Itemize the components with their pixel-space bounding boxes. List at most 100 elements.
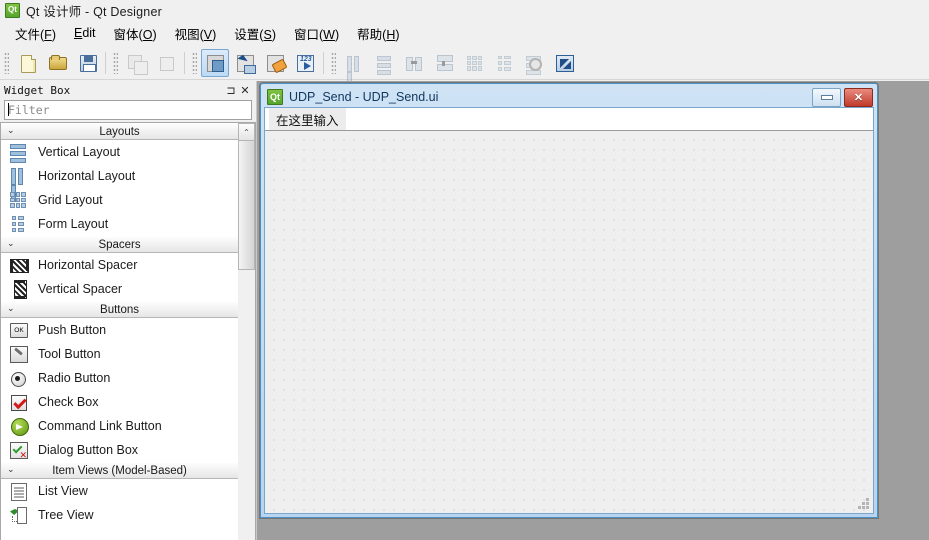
category-buttons-label: Buttons bbox=[100, 303, 140, 316]
tree-view-icon bbox=[9, 505, 29, 525]
toolbar-grip-layout[interactable] bbox=[331, 51, 336, 74]
widget-item-radio-button[interactable]: Radio Button bbox=[1, 366, 239, 390]
signal-slot-icon bbox=[235, 53, 256, 74]
form-canvas[interactable] bbox=[265, 130, 873, 513]
chevron-down-icon: ⌄ bbox=[7, 303, 15, 313]
list-item-label: List View bbox=[38, 484, 88, 498]
paste-button[interactable] bbox=[152, 49, 180, 77]
list-item-label: Check Box bbox=[38, 395, 99, 409]
menu-edit[interactable]: Edit bbox=[65, 24, 105, 42]
menu-edit-label: Edit bbox=[73, 26, 96, 40]
menu-help-label: 帮助(H) bbox=[357, 27, 400, 42]
list-item-label: Horizontal Layout bbox=[38, 169, 136, 183]
toolbar-separator-1 bbox=[105, 51, 106, 74]
single-page-icon bbox=[156, 53, 176, 73]
break-layout-button[interactable] bbox=[520, 49, 548, 77]
widget-item-vertical-spacer[interactable]: Vertical Spacer bbox=[1, 277, 239, 301]
toolbar-separator-2 bbox=[184, 51, 185, 74]
category-layouts[interactable]: ⌄ Layouts bbox=[1, 123, 239, 140]
vertical-spacer-icon bbox=[9, 279, 29, 299]
widget-item-list-view[interactable]: List View bbox=[1, 479, 239, 503]
filter-input[interactable]: Filter bbox=[4, 100, 252, 120]
list-item-label: Tree View bbox=[38, 508, 94, 522]
form-menu-bar[interactable]: 在这里输入 bbox=[265, 108, 873, 131]
lay-out-vertically-splitter-button[interactable] bbox=[430, 49, 458, 77]
menu-help[interactable]: 帮助(H) bbox=[348, 22, 408, 45]
widget-box-dock: Widget Box ⊐ ✕ Filter ⌄ Layouts Vertical… bbox=[0, 81, 257, 540]
edit-buddies-button[interactable] bbox=[261, 49, 289, 77]
category-spacers[interactable]: ⌄ Spacers bbox=[1, 236, 239, 253]
close-button[interactable]: ✕ bbox=[844, 87, 873, 107]
lay-out-horizontally-button[interactable] bbox=[340, 49, 368, 88]
open-form-button[interactable] bbox=[43, 49, 71, 77]
edit-signals-slots-button[interactable] bbox=[231, 49, 259, 77]
menu-form[interactable]: 窗体(O) bbox=[105, 22, 166, 45]
list-item-label: Vertical Layout bbox=[38, 145, 120, 159]
scrollbar-thumb[interactable] bbox=[238, 140, 256, 270]
menu-window[interactable]: 窗口(W) bbox=[285, 22, 348, 45]
close-icon[interactable]: ✕ bbox=[238, 83, 252, 97]
tool-button-icon bbox=[9, 344, 29, 364]
mdi-child-title: UDP_Send - UDP_Send.ui bbox=[289, 90, 439, 104]
cut-button[interactable] bbox=[122, 49, 150, 77]
text-caret bbox=[8, 103, 9, 116]
menu-view[interactable]: 视图(V) bbox=[166, 22, 226, 45]
lay-out-grid-button[interactable] bbox=[460, 49, 488, 77]
widget-item-grid-layout[interactable]: Grid Layout bbox=[1, 188, 239, 212]
scroll-up-icon[interactable]: ⌃ bbox=[238, 123, 255, 141]
list-item-label: Vertical Spacer bbox=[38, 282, 123, 296]
chevron-down-icon: ⌄ bbox=[7, 238, 15, 248]
widget-item-tree-view[interactable]: Tree View bbox=[1, 503, 239, 527]
widget-box-title-bar: Widget Box ⊐ ✕ bbox=[0, 81, 256, 99]
horizontal-layout-icon bbox=[9, 166, 29, 202]
widget-item-horizontal-spacer[interactable]: Horizontal Spacer bbox=[1, 253, 239, 277]
minimize-icon bbox=[820, 94, 833, 100]
category-buttons[interactable]: ⌄ Buttons bbox=[1, 301, 239, 318]
edit-tab-order-button[interactable] bbox=[291, 49, 319, 77]
form-window-body: 在这里输入 bbox=[264, 107, 874, 514]
break-layout-icon bbox=[524, 53, 544, 75]
menu-settings-label: 设置(S) bbox=[234, 27, 276, 42]
edit-widgets-button[interactable] bbox=[201, 48, 229, 77]
widget-item-form-layout[interactable]: Form Layout bbox=[1, 212, 239, 236]
mdi-child-title-bar[interactable]: Qt UDP_Send - UDP_Send.ui ✕ bbox=[263, 86, 875, 108]
menu-view-label: 视图(V) bbox=[174, 27, 217, 42]
save-form-button[interactable] bbox=[73, 49, 101, 77]
float-icon[interactable]: ⊐ bbox=[224, 83, 238, 97]
toolbar-grip-mode[interactable] bbox=[192, 51, 197, 74]
tab-order-123-icon bbox=[295, 53, 315, 73]
resize-grip[interactable] bbox=[857, 497, 869, 509]
form-menu-placeholder[interactable]: 在这里输入 bbox=[269, 108, 346, 131]
qt-designer-window: Qt Qt 设计师 - Qt Designer 文件(F) Edit 窗体(O)… bbox=[0, 0, 929, 540]
toolbar-grip-edit[interactable] bbox=[113, 51, 118, 74]
widget-item-vertical-layout[interactable]: Vertical Layout bbox=[1, 140, 239, 164]
chevron-down-icon: ⌄ bbox=[7, 464, 15, 474]
widget-box-scrollbar[interactable]: ⌃ bbox=[238, 122, 256, 540]
splitter-vertical-icon bbox=[434, 53, 454, 73]
copy-stack-icon bbox=[126, 53, 148, 75]
widget-item-horizontal-layout[interactable]: Horizontal Layout bbox=[1, 164, 239, 202]
widget-item-dialog-button-box[interactable]: Dialog Button Box bbox=[1, 438, 239, 462]
toolbar-separator-3 bbox=[323, 51, 324, 74]
widget-item-check-box[interactable]: Check Box bbox=[1, 390, 239, 414]
menu-settings[interactable]: 设置(S) bbox=[225, 22, 285, 45]
toolbar-grip-file[interactable] bbox=[4, 51, 9, 74]
category-layouts-label: Layouts bbox=[99, 125, 140, 138]
widget-item-command-link-button[interactable]: Command Link Button bbox=[1, 414, 239, 438]
widget-item-tool-button[interactable]: Tool Button bbox=[1, 342, 239, 366]
widget-item-push-button[interactable]: OK Push Button bbox=[1, 318, 239, 342]
qt-logo-icon: Qt bbox=[267, 89, 283, 105]
grid-layout-icon bbox=[9, 190, 29, 210]
lay-out-vertically-button[interactable] bbox=[370, 49, 398, 77]
new-form-button[interactable] bbox=[13, 49, 41, 77]
menu-file[interactable]: 文件(F) bbox=[6, 22, 65, 45]
vertical-layout-icon bbox=[374, 53, 394, 75]
adjust-size-button[interactable] bbox=[550, 49, 578, 77]
menu-file-label: 文件(F) bbox=[15, 27, 56, 42]
form-layout-icon bbox=[494, 53, 514, 73]
category-item-views[interactable]: ⌄ Item Views (Model-Based) bbox=[1, 462, 239, 479]
minimize-button[interactable] bbox=[812, 87, 841, 107]
lay-out-horizontally-splitter-button[interactable] bbox=[400, 49, 428, 77]
lay-out-form-button[interactable] bbox=[490, 49, 518, 77]
mdi-area: Qt UDP_Send - UDP_Send.ui ✕ 在这里输入 bbox=[257, 81, 929, 540]
